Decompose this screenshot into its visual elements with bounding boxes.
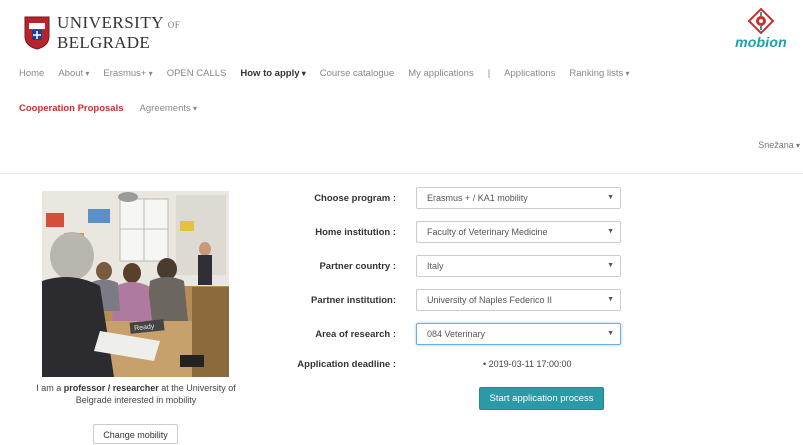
program-select[interactable]: Erasmus + / KA1 mobility ▼	[416, 187, 621, 209]
application-deadline-label: Application deadline :	[297, 359, 396, 370]
university-city: BELGRADE	[57, 33, 151, 52]
nav-my-applications[interactable]: My applications	[408, 68, 473, 79]
nav-course-catalogue[interactable]: Course catalogue	[320, 68, 394, 79]
mobion-wordmark: mobion	[735, 34, 787, 50]
application-deadline-value: • 2019-03-11 17:00:00	[483, 359, 572, 369]
nav-about[interactable]: About	[58, 68, 89, 79]
chevron-down-icon: ▼	[607, 330, 614, 337]
profile-photo: Ready	[42, 191, 229, 377]
program-label: Choose program :	[314, 193, 396, 204]
change-mobility-button[interactable]: Change mobility	[93, 424, 178, 444]
area-of-research-label: Area of research :	[315, 329, 396, 340]
partner-country-select[interactable]: Italy ▼	[416, 255, 621, 277]
partner-country-label: Partner country :	[319, 261, 396, 272]
user-menu[interactable]: Snežana	[758, 140, 800, 150]
nav-cooperation-proposals[interactable]: Cooperation Proposals	[19, 103, 124, 114]
nav-how-to-apply[interactable]: How to apply	[240, 68, 305, 79]
crest-icon	[24, 16, 50, 50]
start-application-button[interactable]: Start application process	[479, 387, 604, 410]
university-logo[interactable]: UNIVERSITY OF BELGRADE	[24, 14, 180, 51]
nav-erasmus[interactable]: Erasmus+	[103, 68, 152, 79]
university-name: UNIVERSITY	[57, 13, 164, 32]
mobion-logo[interactable]: mobion	[732, 8, 790, 56]
divider	[0, 173, 803, 174]
partner-institution-select[interactable]: University of Naples Federico II ▼	[416, 289, 621, 311]
university-of: OF	[167, 20, 181, 30]
nav-ranking-lists[interactable]: Ranking lists	[569, 68, 629, 79]
nav-home[interactable]: Home	[19, 68, 44, 79]
chevron-down-icon: ▼	[607, 194, 614, 201]
home-institution-label: Home institution :	[315, 227, 396, 238]
area-of-research-select[interactable]: 084 Veterinary ▼	[416, 323, 621, 345]
nav-agreements[interactable]: Agreements	[140, 103, 197, 114]
chevron-down-icon: ▼	[607, 228, 614, 235]
classroom-photo: Ready	[42, 191, 229, 377]
home-institution-select[interactable]: Faculty of Veterinary Medicine ▼	[416, 221, 621, 243]
secondary-nav: Cooperation Proposals Agreements	[19, 103, 197, 114]
nav-separator: |	[487, 68, 491, 79]
main-nav: Home About Erasmus+ OPEN CALLS How to ap…	[19, 68, 644, 79]
nav-open-calls[interactable]: OPEN CALLS	[167, 68, 227, 79]
chevron-down-icon: ▼	[607, 262, 614, 269]
chevron-down-icon: ▼	[607, 296, 614, 303]
header: UNIVERSITY OF BELGRADE mobion	[0, 0, 803, 62]
profile-caption: I am a professor / researcher at the Uni…	[36, 383, 236, 405]
mobion-logo-icon	[748, 8, 774, 34]
nav-applications[interactable]: Applications	[504, 68, 555, 79]
role-text: professor / researcher	[63, 383, 159, 393]
partner-institution-label: Partner institution:	[311, 295, 396, 306]
